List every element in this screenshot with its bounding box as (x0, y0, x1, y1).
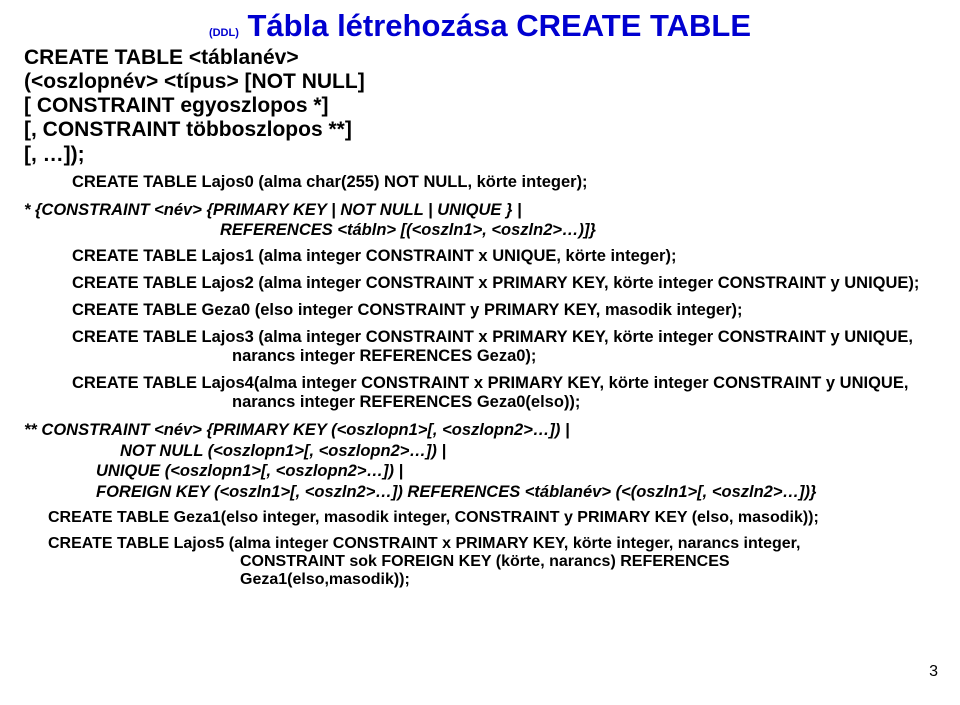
ddl-label: (DDL) (209, 27, 239, 39)
syntax-line: REFERENCES <tábln> [(<oszln1>, <oszln2>…… (220, 220, 936, 241)
title-text: Tábla létrehozása CREATE TABLE (239, 8, 751, 43)
code-line: narancs integer REFERENCES Geza0(elso)); (232, 393, 936, 412)
code-example-geza0: CREATE TABLE Geza0 (elso integer CONSTRA… (72, 301, 936, 320)
code-example-lajos3: CREATE TABLE Lajos3 (alma integer CONSTR… (72, 328, 936, 366)
syntax-line: UNIQUE (<oszlopn1>[, <oszlopn2>…]) | (96, 461, 936, 482)
code-example-geza1: CREATE TABLE Geza1(elso integer, masodik… (48, 509, 936, 527)
syntax-line: [ CONSTRAINT egyoszlopos *] (24, 94, 936, 118)
slide-title: (DDL) Tábla létrehozása CREATE TABLE (24, 8, 936, 44)
syntax-line: CREATE TABLE <táblanév> (24, 46, 936, 70)
create-table-syntax: CREATE TABLE <táblanév> (<oszlopnév> <tí… (24, 46, 936, 167)
single-column-constraint-syntax: * {CONSTRAINT <név> {PRIMARY KEY | NOT N… (24, 200, 936, 241)
code-example-lajos5: CREATE TABLE Lajos5 (alma integer CONSTR… (48, 535, 936, 589)
code-example-lajos1: CREATE TABLE Lajos1 (alma integer CONSTR… (72, 247, 936, 266)
multi-column-constraint-syntax: ** CONSTRAINT <név> {PRIMARY KEY (<oszlo… (24, 420, 936, 503)
code-line: CREATE TABLE Lajos5 (alma integer CONSTR… (48, 535, 936, 553)
syntax-line: [, CONSTRAINT többoszlopos **] (24, 118, 936, 142)
syntax-line: (<oszlopnév> <típus> [NOT NULL] (24, 70, 936, 94)
code-line: CONSTRAINT sok FOREIGN KEY (körte, naran… (240, 553, 936, 571)
syntax-line: ** CONSTRAINT <név> {PRIMARY KEY (<oszlo… (24, 420, 936, 441)
syntax-line: * {CONSTRAINT <név> {PRIMARY KEY | NOT N… (24, 200, 936, 221)
code-line: CREATE TABLE Lajos3 (alma integer CONSTR… (72, 328, 936, 347)
syntax-line: [, …]); (24, 143, 936, 167)
code-example-lajos0: CREATE TABLE Lajos0 (alma char(255) NOT … (72, 173, 936, 192)
syntax-line: FOREIGN KEY (<oszln1>[, <oszln2>…]) REFE… (96, 482, 936, 503)
code-example-lajos2: CREATE TABLE Lajos2 (alma integer CONSTR… (72, 274, 936, 293)
code-line: CREATE TABLE Lajos4(alma integer CONSTRA… (72, 374, 936, 393)
syntax-line: NOT NULL (<oszlopn1>[, <oszlopn2>…]) | (120, 441, 936, 462)
code-line: narancs integer REFERENCES Geza0); (232, 347, 936, 366)
code-line: Geza1(elso,masodik)); (240, 571, 936, 589)
code-example-lajos4: CREATE TABLE Lajos4(alma integer CONSTRA… (72, 374, 936, 412)
page-number: 3 (929, 663, 938, 681)
